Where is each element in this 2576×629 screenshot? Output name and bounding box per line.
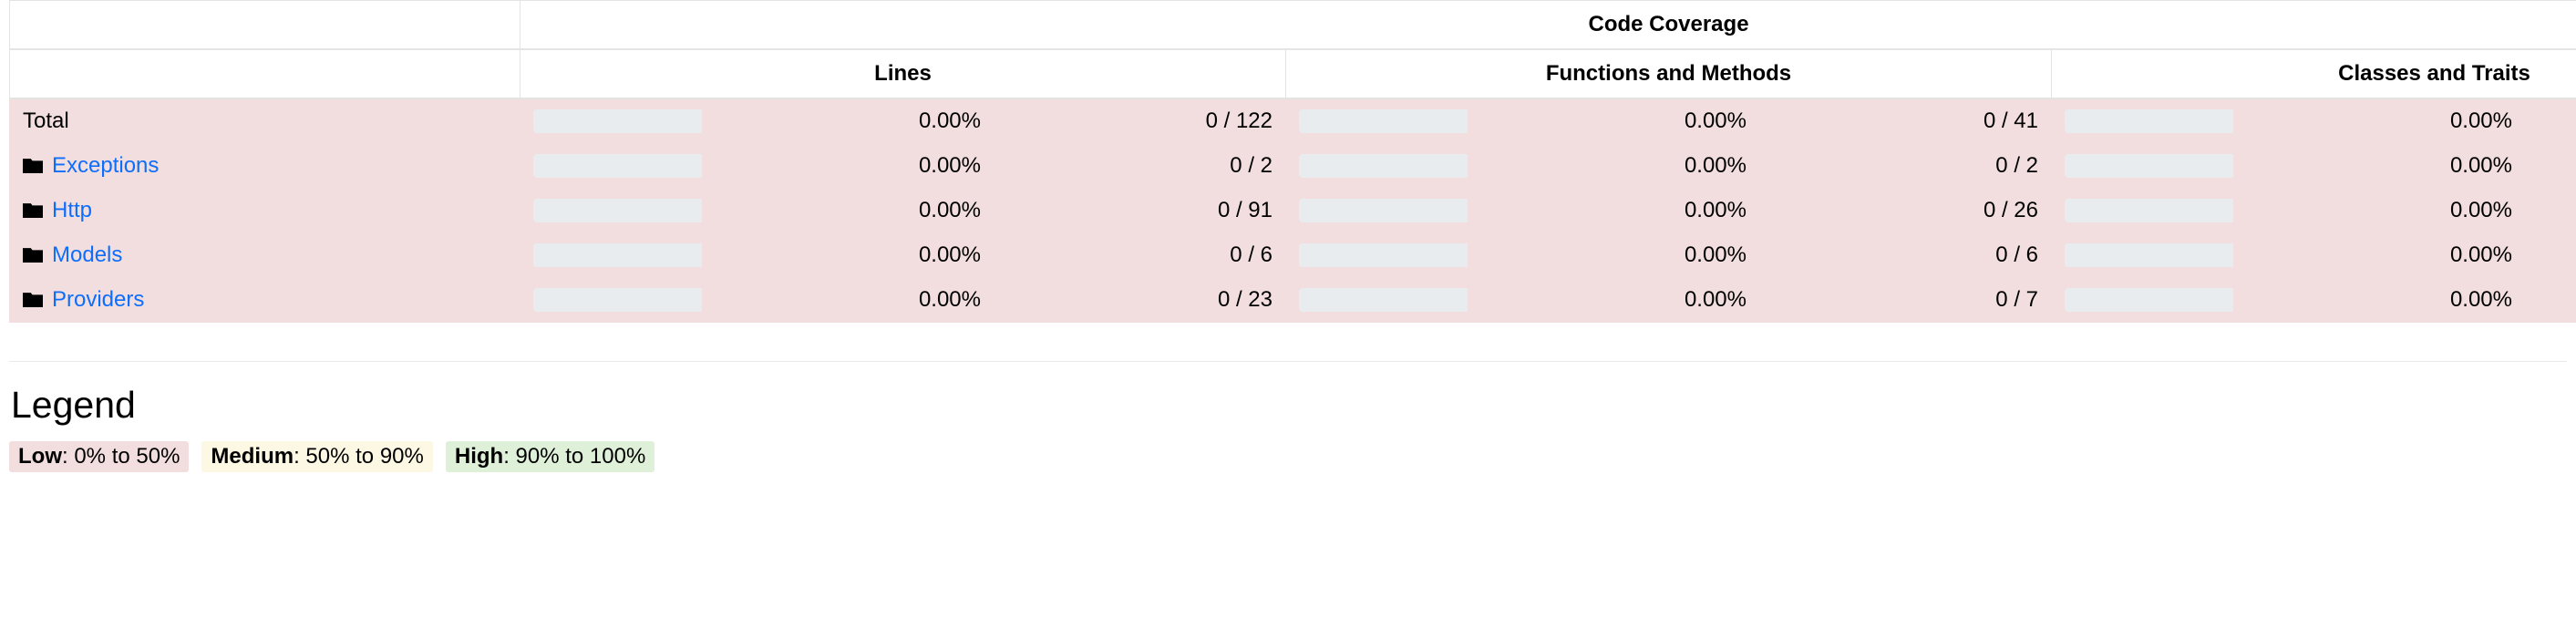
progress-bar — [533, 243, 706, 267]
row-name-text: Total — [23, 108, 69, 133]
progress-bar — [1299, 199, 1472, 222]
classes-percent: 0.00% — [2234, 278, 2526, 323]
header-lines: Lines — [520, 49, 1286, 98]
folder-icon — [23, 291, 43, 307]
classes-fraction: 0 / 1 — [2526, 144, 2576, 189]
table-row: Models0.00%0 / 60.00%0 / 60.00%0 / 4 — [10, 233, 2576, 278]
lines-bar-cell — [520, 233, 703, 278]
coverage-table: Code Coverage Lines Functions and Method… — [9, 0, 2576, 323]
lines-bar-cell — [520, 98, 703, 144]
lines-fraction: 0 / 122 — [994, 98, 1286, 144]
table-row: Total0.00%0 / 1220.00%0 / 410.00%0 / 24 — [10, 98, 2576, 144]
legend-badges: Low: 0% to 50% Medium: 50% to 90% High: … — [9, 441, 2567, 472]
classes-bar-cell — [2052, 233, 2234, 278]
functions-fraction: 0 / 2 — [1760, 144, 2052, 189]
lines-bar-cell — [520, 278, 703, 323]
functions-percent: 0.00% — [1468, 189, 1760, 233]
progress-bar — [2065, 288, 2238, 312]
functions-percent: 0.00% — [1468, 98, 1760, 144]
directory-link[interactable]: Providers — [52, 287, 144, 312]
legend-high: High: 90% to 100% — [446, 441, 654, 472]
header-classes: Classes and Traits — [2052, 49, 2576, 98]
directory-link[interactable]: Http — [52, 198, 92, 222]
row-name: Exceptions — [10, 144, 520, 189]
legend-medium-range: : 50% to 90% — [294, 444, 424, 469]
progress-bar — [533, 109, 706, 133]
functions-fraction: 0 / 6 — [1760, 233, 2052, 278]
classes-bar-cell — [2052, 189, 2234, 233]
functions-bar-cell — [1286, 98, 1468, 144]
lines-percent: 0.00% — [703, 278, 994, 323]
folder-icon — [23, 246, 43, 263]
lines-percent: 0.00% — [703, 98, 994, 144]
classes-fraction: 0 / 14 — [2526, 189, 2576, 233]
legend-low-range: : 0% to 50% — [62, 444, 180, 469]
classes-bar-cell — [2052, 144, 2234, 189]
header-main: Code Coverage — [520, 1, 2576, 50]
table-row: Exceptions0.00%0 / 20.00%0 / 20.00%0 / 1 — [10, 144, 2576, 189]
legend-low-label: Low — [18, 444, 62, 469]
classes-bar-cell — [2052, 278, 2234, 323]
table-row: Http0.00%0 / 910.00%0 / 260.00%0 / 14 — [10, 189, 2576, 233]
folder-icon — [23, 157, 43, 173]
functions-percent: 0.00% — [1468, 144, 1760, 189]
table-row: Providers0.00%0 / 230.00%0 / 70.00%0 / 5 — [10, 278, 2576, 323]
progress-bar — [2065, 109, 2238, 133]
legend-high-label: High — [455, 444, 503, 469]
header-functions: Functions and Methods — [1286, 49, 2052, 98]
progress-bar — [1299, 288, 1472, 312]
functions-percent: 0.00% — [1468, 233, 1760, 278]
classes-bar-cell — [2052, 98, 2234, 144]
progress-bar — [2065, 199, 2238, 222]
lines-percent: 0.00% — [703, 233, 994, 278]
functions-fraction: 0 / 26 — [1760, 189, 2052, 233]
directory-link[interactable]: Exceptions — [52, 153, 159, 178]
row-name: Total — [10, 98, 520, 144]
lines-percent: 0.00% — [703, 189, 994, 233]
lines-bar-cell — [520, 189, 703, 233]
row-name: Http — [10, 189, 520, 233]
progress-bar — [2065, 154, 2238, 178]
progress-bar — [533, 154, 706, 178]
classes-fraction: 0 / 24 — [2526, 98, 2576, 144]
functions-percent: 0.00% — [1468, 278, 1760, 323]
subheader-blank — [10, 49, 520, 98]
row-name: Providers — [10, 278, 520, 323]
classes-fraction: 0 / 4 — [2526, 233, 2576, 278]
progress-bar — [2065, 243, 2238, 267]
header-blank — [10, 1, 520, 50]
legend-title: Legend — [11, 384, 2567, 427]
lines-fraction: 0 / 23 — [994, 278, 1286, 323]
progress-bar — [1299, 154, 1472, 178]
classes-percent: 0.00% — [2234, 233, 2526, 278]
legend-medium: Medium: 50% to 90% — [201, 441, 432, 472]
progress-bar — [1299, 109, 1472, 133]
functions-fraction: 0 / 41 — [1760, 98, 2052, 144]
lines-fraction: 0 / 91 — [994, 189, 1286, 233]
lines-bar-cell — [520, 144, 703, 189]
classes-percent: 0.00% — [2234, 98, 2526, 144]
folder-icon — [23, 201, 43, 218]
legend-high-range: : 90% to 100% — [503, 444, 645, 469]
progress-bar — [1299, 243, 1472, 267]
legend-medium-label: Medium — [211, 444, 294, 469]
functions-bar-cell — [1286, 278, 1468, 323]
lines-fraction: 0 / 6 — [994, 233, 1286, 278]
lines-percent: 0.00% — [703, 144, 994, 189]
progress-bar — [533, 288, 706, 312]
functions-bar-cell — [1286, 233, 1468, 278]
classes-percent: 0.00% — [2234, 144, 2526, 189]
directory-link[interactable]: Models — [52, 242, 122, 267]
lines-fraction: 0 / 2 — [994, 144, 1286, 189]
row-name: Models — [10, 233, 520, 278]
functions-bar-cell — [1286, 144, 1468, 189]
functions-fraction: 0 / 7 — [1760, 278, 2052, 323]
classes-percent: 0.00% — [2234, 189, 2526, 233]
functions-bar-cell — [1286, 189, 1468, 233]
legend-low: Low: 0% to 50% — [9, 441, 189, 472]
separator — [9, 361, 2567, 362]
progress-bar — [533, 199, 706, 222]
classes-fraction: 0 / 5 — [2526, 278, 2576, 323]
